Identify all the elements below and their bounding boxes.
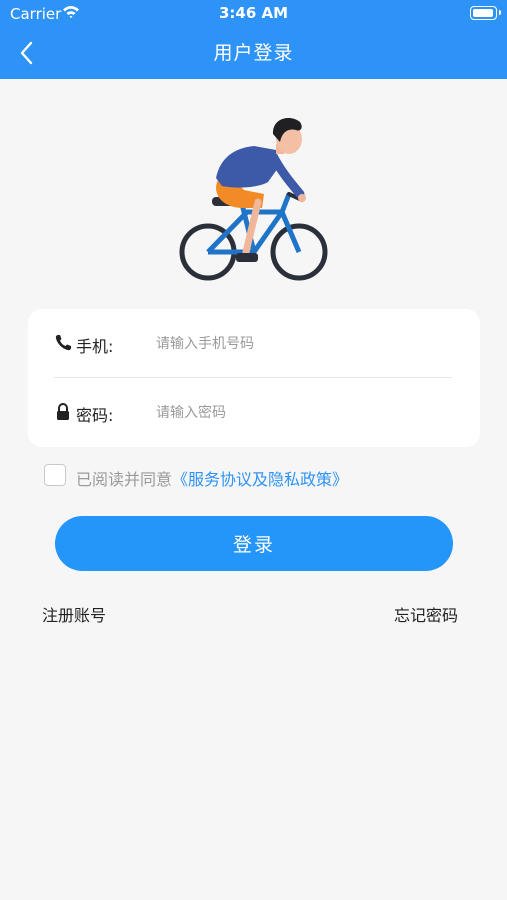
- phone-icon: [55, 335, 71, 351]
- login-form-card: 手机: 密码:: [28, 309, 480, 447]
- password-input[interactable]: [156, 400, 446, 426]
- password-row: 密码:: [54, 398, 454, 428]
- agreement-prefix: 已阅读并同意: [76, 470, 173, 489]
- login-button[interactable]: 登录: [55, 516, 453, 571]
- nav-bar: Carrier 3:46 AM 用户登录: [0, 0, 507, 79]
- battery-icon: [470, 6, 501, 20]
- page-title: 用户登录: [213, 42, 294, 64]
- agreement-link[interactable]: 《服务协议及隐私政策》: [172, 470, 348, 489]
- phone-input[interactable]: [156, 331, 446, 357]
- agreement-text: 已阅读并同意《服务协议及隐私政策》: [76, 466, 348, 490]
- cyclist-illustration: [179, 118, 328, 281]
- phone-row: 手机:: [54, 329, 454, 359]
- lock-icon: [57, 403, 69, 420]
- register-link[interactable]: 注册账号: [42, 602, 106, 626]
- status-bar: Carrier 3:46 AM: [0, 0, 507, 28]
- forgot-password-link[interactable]: 忘记密码: [394, 602, 458, 626]
- agreement-row: 已阅读并同意《服务协议及隐私政策》: [44, 464, 484, 490]
- clock: 3:46 AM: [218, 4, 289, 22]
- form-divider: [54, 377, 452, 378]
- agreement-checkbox[interactable]: [44, 464, 66, 486]
- password-label: 密码:: [76, 406, 114, 425]
- phone-label: 手机:: [76, 337, 114, 356]
